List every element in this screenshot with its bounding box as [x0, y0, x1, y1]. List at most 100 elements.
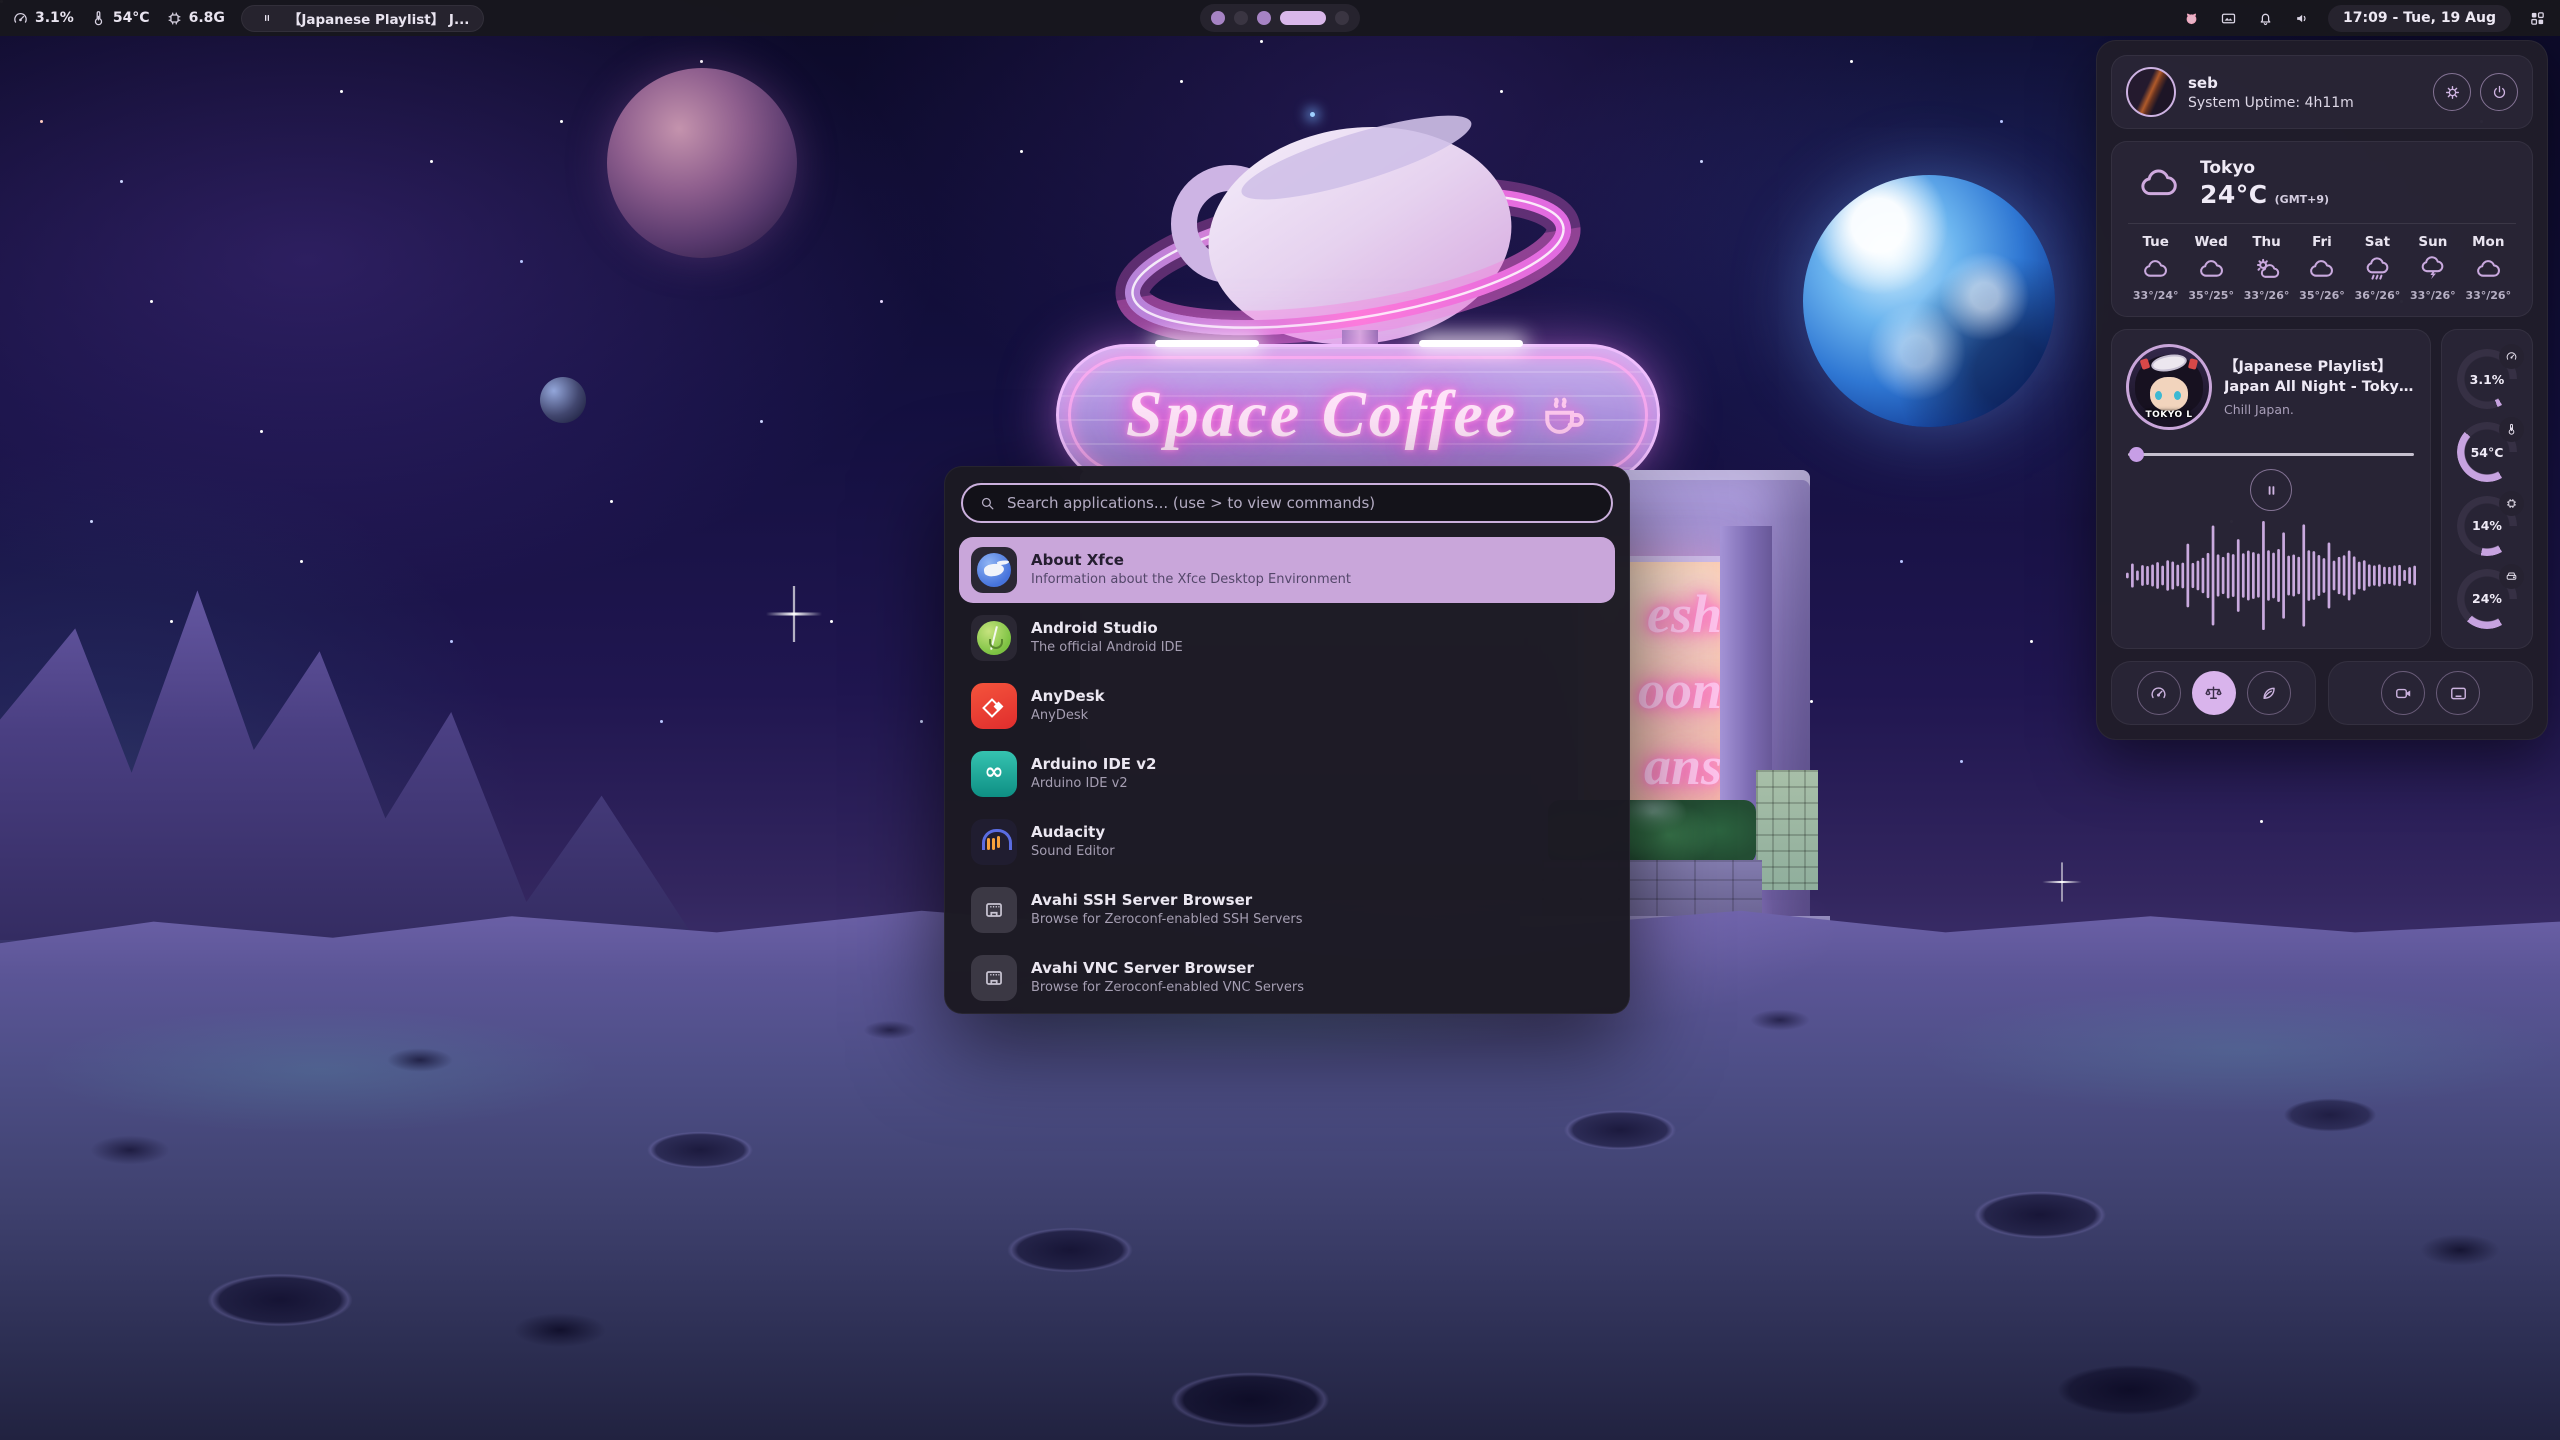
launcher-item[interactable]: About XfceInformation about the Xfce Des… — [959, 537, 1615, 603]
launcher-item[interactable]: ∞Arduino IDE v2Arduino IDE v2 — [959, 741, 1615, 807]
star-glare — [2061, 881, 2064, 884]
user-info: seb System Uptime: 4h11m — [2188, 74, 2354, 111]
system-stat[interactable]: 54°C — [90, 10, 150, 27]
bell-icon[interactable] — [2254, 7, 2276, 29]
pause-icon — [2263, 482, 2280, 499]
wallpaper-icon[interactable] — [2217, 7, 2239, 29]
system-stat[interactable]: 6.8G — [166, 10, 225, 27]
sign-light — [1155, 340, 1259, 347]
tile-wall — [1756, 770, 1818, 890]
workspace-dot-3[interactable] — [1257, 11, 1271, 25]
volume-icon[interactable] — [2291, 7, 2313, 29]
forecast-day: Fri35°/26° — [2294, 234, 2349, 302]
gauge: 3.1% — [2457, 349, 2517, 409]
videocam-icon — [2394, 684, 2413, 703]
now-playing-label: 【Japanese Playlist】 J... — [288, 8, 469, 28]
screen-record-button[interactable] — [2381, 671, 2425, 715]
disk-icon — [2499, 564, 2524, 589]
forecast-day-label: Wed — [2195, 234, 2228, 250]
system-stat[interactable]: 3.1% — [12, 10, 74, 27]
app-description: Browse for Zeroconf-enabled SSH Servers — [1031, 912, 1303, 929]
app-icon-tile — [971, 683, 1017, 729]
search-bar[interactable] — [961, 483, 1613, 523]
audio-visualizer — [2126, 513, 2416, 638]
gear-icon — [2444, 84, 2461, 101]
app-icon-tile — [971, 615, 1017, 661]
workspace-dot-2[interactable] — [1234, 11, 1248, 25]
forecast-day-label: Sun — [2418, 234, 2447, 250]
search-icon — [979, 495, 996, 512]
system-stats: 3.1% 54°C 6.8G — [12, 10, 241, 27]
app-launcher: About XfceInformation about the Xfce Des… — [944, 466, 1630, 1014]
app-description: Browse for Zeroconf-enabled VNC Servers — [1031, 980, 1304, 997]
neon-cup-icon — [1536, 388, 1590, 442]
cloud-icon — [2132, 163, 2186, 205]
weather-timezone: (GMT+9) — [2275, 193, 2329, 206]
power-button[interactable] — [2480, 73, 2518, 111]
side-panel: seb System Uptime: 4h11m Tokyo 24°C (GMT… — [2096, 40, 2548, 740]
seek-track — [2128, 453, 2414, 456]
launcher-item[interactable]: Avahi VNC Server BrowserBrowse for Zeroc… — [959, 945, 1615, 1011]
screenshot-button[interactable] — [2436, 671, 2480, 715]
seek-knob[interactable] — [2129, 447, 2144, 462]
app-text: AnyDeskAnyDesk — [1031, 687, 1105, 725]
album-art[interactable]: TOKYO L — [2126, 344, 2212, 430]
launcher-item[interactable]: Android StudioThe official Android IDE — [959, 605, 1615, 671]
app-tray-icon[interactable] — [2180, 7, 2202, 29]
forecast-day-label: Sat — [2365, 234, 2390, 250]
cloud-icon — [2142, 256, 2169, 283]
forecast-day: Thu33°/26° — [2239, 234, 2294, 302]
launcher-item[interactable]: Avahi SSH Server BrowserBrowse for Zeroc… — [959, 877, 1615, 943]
forecast-day-label: Thu — [2252, 234, 2280, 250]
cloud-icon — [2475, 256, 2502, 283]
sign-text: Space Coffee — [1126, 377, 1518, 453]
seek-bar[interactable] — [2126, 446, 2416, 462]
user-name: seb — [2188, 74, 2354, 92]
cloud-icon — [2198, 256, 2225, 283]
grid-icon[interactable] — [2526, 7, 2548, 29]
star-glare — [792, 612, 796, 616]
top-panel: 3.1% 54°C 6.8G 【Japanese Playlist】 J... 17… — [0, 0, 2560, 36]
forecast-temps: 33°/26° — [2465, 289, 2511, 302]
app-name: AnyDesk — [1031, 687, 1105, 706]
sign-light — [1419, 340, 1523, 347]
balanced-button[interactable] — [2192, 671, 2236, 715]
forecast-day: Sat36°/26° — [2350, 234, 2405, 302]
workspace-dot-4[interactable] — [1280, 11, 1326, 25]
app-icon-tile — [971, 887, 1017, 933]
rain-icon — [2364, 256, 2391, 283]
screenshot-icon — [2449, 684, 2468, 703]
performance-button[interactable] — [2137, 671, 2181, 715]
stat-value: 6.8G — [189, 10, 225, 26]
gauge: 24% — [2457, 569, 2517, 629]
anydesk-icon — [985, 697, 1003, 715]
planet — [607, 68, 797, 258]
leaf-icon — [2259, 684, 2278, 703]
sun-cloud-icon — [2253, 256, 2280, 283]
power-saver-button[interactable] — [2247, 671, 2291, 715]
chip-icon — [2499, 491, 2524, 516]
forecast-temps: 33°/24° — [2133, 289, 2179, 302]
forecast-day: Mon33°/26° — [2461, 234, 2516, 302]
avatar[interactable] — [2126, 67, 2176, 117]
app-text: Arduino IDE v2Arduino IDE v2 — [1031, 755, 1157, 793]
app-text: Avahi SSH Server BrowserBrowse for Zeroc… — [1031, 891, 1303, 929]
workspace-switcher[interactable] — [1200, 4, 1360, 32]
window-neon-line: oon — [1638, 652, 1722, 728]
forecast-temps: 35°/25° — [2188, 289, 2234, 302]
app-description: Information about the Xfce Desktop Envir… — [1031, 572, 1351, 589]
thermometer-icon — [2499, 417, 2524, 442]
app-icon-tile — [971, 955, 1017, 1001]
capture-tools — [2328, 661, 2533, 725]
stat-value: 3.1% — [35, 10, 74, 26]
launcher-item[interactable]: AnyDeskAnyDesk — [959, 673, 1615, 739]
clock[interactable]: 17:09 - Tue, 19 Aug — [2328, 5, 2511, 32]
workspace-dot-1[interactable] — [1211, 11, 1225, 25]
search-input[interactable] — [1007, 494, 1595, 512]
workspace-dot-5[interactable] — [1335, 11, 1349, 25]
now-playing-pill[interactable]: 【Japanese Playlist】 J... — [241, 5, 484, 32]
launcher-item[interactable]: AudacitySound Editor — [959, 809, 1615, 875]
settings-button[interactable] — [2433, 73, 2471, 111]
play-pause-button[interactable] — [2250, 469, 2292, 511]
pause-icon — [256, 7, 278, 29]
